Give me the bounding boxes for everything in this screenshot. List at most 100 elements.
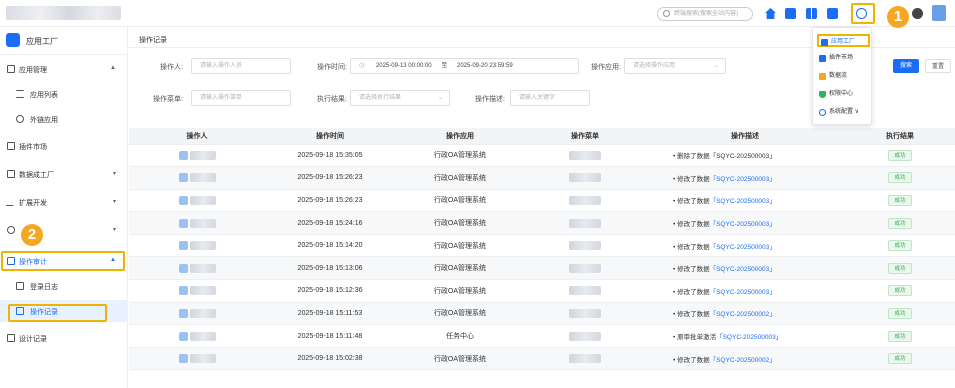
chevron-down-icon: ▾ xyxy=(112,199,116,205)
menu-redacted xyxy=(569,173,601,183)
menu-cell xyxy=(525,189,645,213)
table-row[interactable]: 2025-09-18 15:26:23 行政OA管理系统 • 修改了数据「SQY… xyxy=(129,189,955,213)
column-header-description[interactable]: 操作描述 xyxy=(645,128,845,145)
time-range-picker[interactable]: ◷ 2025-09-13 00:00:00 至 2025-09-20 23:59… xyxy=(350,58,579,74)
cube-icon xyxy=(821,39,828,46)
menu-cell xyxy=(525,234,645,258)
record-link[interactable]: 「SQYC-202500003」 xyxy=(710,266,776,273)
operator-cell xyxy=(129,211,265,235)
table-row[interactable]: 2025-09-18 15:26:23 行政OA管理系统 • 修改了数据「SQY… xyxy=(129,166,955,190)
operator-name-redacted xyxy=(189,354,216,364)
app-cell: 行政OA管理系统 xyxy=(395,347,525,371)
menu-cell xyxy=(525,302,645,326)
record-link[interactable]: 「SQYC-202500002」 xyxy=(710,311,776,318)
menu-redacted xyxy=(569,354,601,364)
help-icon[interactable] xyxy=(912,8,923,19)
record-link[interactable]: 「SQYC-202500003」 xyxy=(716,334,782,341)
menu-item-data-flow[interactable]: 数据流 xyxy=(817,70,870,83)
status-badge: 成功 xyxy=(888,262,912,274)
avatar xyxy=(178,263,188,273)
record-link[interactable]: 「SQYC-202500003」 xyxy=(710,221,776,228)
operator-name-redacted xyxy=(189,331,216,341)
app-select[interactable]: 请选择操作应用 ⌄ xyxy=(624,58,726,74)
menu-cell xyxy=(525,256,645,281)
sidebar-item-extension-dev[interactable]: 扩展开发 ▾ xyxy=(0,191,128,213)
time-cell: 2025-09-18 15:26:23 xyxy=(265,166,395,190)
global-search-input[interactable]: 跨端搜索(搜索全站内容) xyxy=(657,7,753,21)
search-button[interactable]: 搜索 xyxy=(893,59,919,73)
avatar xyxy=(178,173,188,183)
app-cell: 行政OA管理系统 xyxy=(395,144,525,168)
apps-grid-icon[interactable] xyxy=(806,8,817,19)
status-badge: 成功 xyxy=(888,217,912,229)
extension-icon xyxy=(5,198,17,206)
table-row[interactable]: 2025-09-18 15:14:20 行政OA管理系统 • 修改了数据「SQY… xyxy=(129,234,955,258)
menu-label: 操作菜单: xyxy=(153,96,183,103)
sidebar-item-data-factory[interactable]: 数据成工厂 ▾ xyxy=(0,163,128,185)
app-cell: 行政OA管理系统 xyxy=(395,234,525,258)
menu-redacted xyxy=(569,218,601,228)
menu-item-permission-center[interactable]: 权限中心 xyxy=(817,88,870,101)
menu-item-app-factory[interactable]: 应用工厂 xyxy=(817,34,870,47)
description-cell: • 修改了数据「SQYC-202500002」 xyxy=(645,302,845,326)
table-row[interactable]: 2025-09-18 15:11:53 行政OA管理系统 • 修改了数据「SQY… xyxy=(129,302,955,326)
avatar xyxy=(178,331,188,341)
column-header-app[interactable]: 操作应用 xyxy=(395,128,525,145)
column-header-time[interactable]: 操作时间 xyxy=(265,128,395,145)
sidebar-item-external-app[interactable]: 外链应用 xyxy=(0,108,128,130)
reset-button[interactable]: 重置 xyxy=(925,59,951,73)
grid-icon xyxy=(7,65,15,73)
menu-item-plugin-market[interactable]: 插件市场 xyxy=(817,52,870,65)
sidebar-item-app-management[interactable]: 应用管理 ▲ xyxy=(0,58,128,80)
menu-input[interactable]: 请输入操作菜单 xyxy=(191,90,291,106)
table-row[interactable]: 2025-09-18 15:13:06 行政OA管理系统 • 修改了数据「SQY… xyxy=(129,256,955,281)
table-row[interactable]: 2025-09-18 15:24:16 行政OA管理系统 • 修改了数据「SQY… xyxy=(129,211,955,235)
description-cell: • 修改了数据「SQYC-202500003」 xyxy=(645,279,845,303)
sidebar-item-design-log[interactable]: 设计记录 xyxy=(0,327,128,349)
operator-cell xyxy=(129,144,265,168)
sidebar-item-plugin-market[interactable]: 插件市场 xyxy=(0,135,128,157)
menu-item-system-config[interactable]: 系统配置 ∨ xyxy=(817,106,870,119)
sidebar-item-login-log[interactable]: 登录日志 xyxy=(0,275,128,297)
avatar xyxy=(178,354,188,364)
record-link[interactable]: 「SQYC-202500003」 xyxy=(710,289,776,296)
time-label: 操作时间: xyxy=(317,64,347,71)
description-cell: • 修改了数据「SQYC-202500003」 xyxy=(645,166,845,190)
menu-cell xyxy=(525,166,645,190)
home-icon[interactable] xyxy=(765,8,776,19)
sidebar-item-settings[interactable]: ▾ xyxy=(0,219,128,241)
column-header-operator[interactable]: 操作人 xyxy=(129,128,265,145)
table-row[interactable]: 2025-09-18 15:11:48 任务中心 • 原审批单激活「SQYC-2… xyxy=(129,324,955,348)
app-cell: 行政OA管理系统 xyxy=(395,211,525,235)
result-cell: 成功 xyxy=(845,189,955,213)
description-input[interactable]: 请输入关键字 xyxy=(510,90,590,106)
sidebar-item-app-list[interactable]: 应用列表 xyxy=(0,83,128,105)
table-row[interactable]: 2025-09-18 15:12:36 行政OA管理系统 • 修改了数据「SQY… xyxy=(129,279,955,303)
record-link[interactable]: 「SQYC-202500002」 xyxy=(710,357,776,364)
result-select[interactable]: 请选择执行结果 ⌄ xyxy=(350,90,450,106)
description-cell: • 修改了数据「SQYC-202500003」 xyxy=(645,234,845,258)
contacts-icon[interactable] xyxy=(785,8,796,19)
operator-input[interactable]: 请输入操作人员 xyxy=(191,58,291,74)
result-cell: 成功 xyxy=(845,324,955,348)
avatar xyxy=(178,241,188,251)
puzzle-icon xyxy=(7,142,15,150)
app-cell: 行政OA管理系统 xyxy=(395,279,525,303)
operator-cell xyxy=(129,279,265,303)
result-cell: 成功 xyxy=(845,144,955,168)
checklist-icon[interactable] xyxy=(827,8,838,19)
table-row[interactable]: 2025-09-18 15:35:05 行政OA管理系统 • 删除了数据「SQY… xyxy=(129,144,955,168)
shield-icon xyxy=(819,91,826,98)
database-icon xyxy=(7,170,15,178)
table-row[interactable]: 2025-09-18 15:02:38 行政OA管理系统 • 修改了数据「SQY… xyxy=(129,347,955,371)
record-link[interactable]: 「SQYC-202500003」 xyxy=(710,198,776,205)
result-cell: 成功 xyxy=(845,211,955,235)
operator-name-redacted xyxy=(189,195,216,205)
user-avatar[interactable] xyxy=(932,5,946,21)
record-link[interactable]: 「SQYC-202500003」 xyxy=(710,176,776,183)
app-label: 操作应用: xyxy=(591,64,621,71)
menu-cell xyxy=(525,324,645,348)
column-header-result[interactable]: 执行结果 xyxy=(845,128,955,145)
column-header-menu[interactable]: 操作菜单 xyxy=(525,128,645,145)
record-link[interactable]: 「SQYC-202500003」 xyxy=(710,244,776,251)
